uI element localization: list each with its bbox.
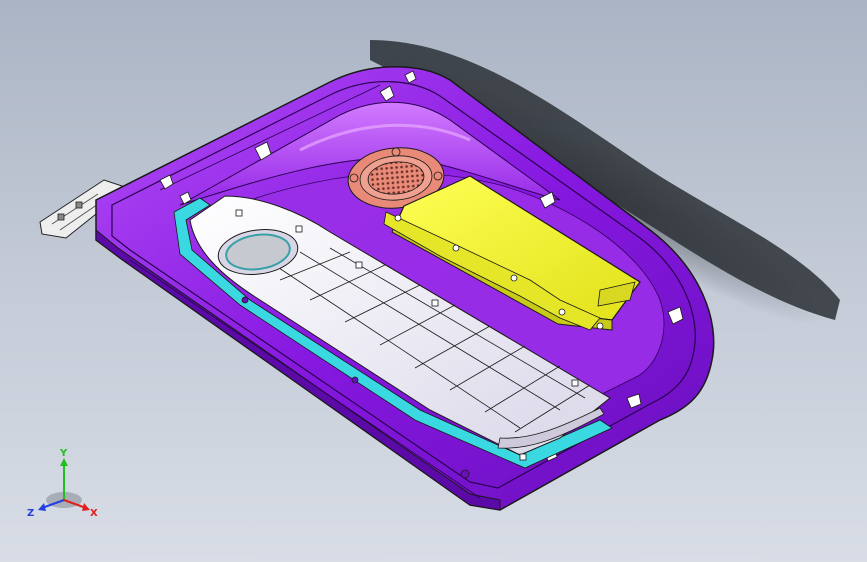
x-axis-label: X xyxy=(90,508,98,519)
z-axis-label: Z xyxy=(27,508,34,519)
z-axis-arrow xyxy=(38,503,46,511)
y-axis-arrow xyxy=(60,458,68,466)
y-axis-label: Y xyxy=(59,448,68,459)
x-axis-arrow xyxy=(82,503,90,511)
cad-viewport[interactable] xyxy=(0,0,867,562)
axis-triad[interactable]: Y X Z xyxy=(24,444,114,524)
